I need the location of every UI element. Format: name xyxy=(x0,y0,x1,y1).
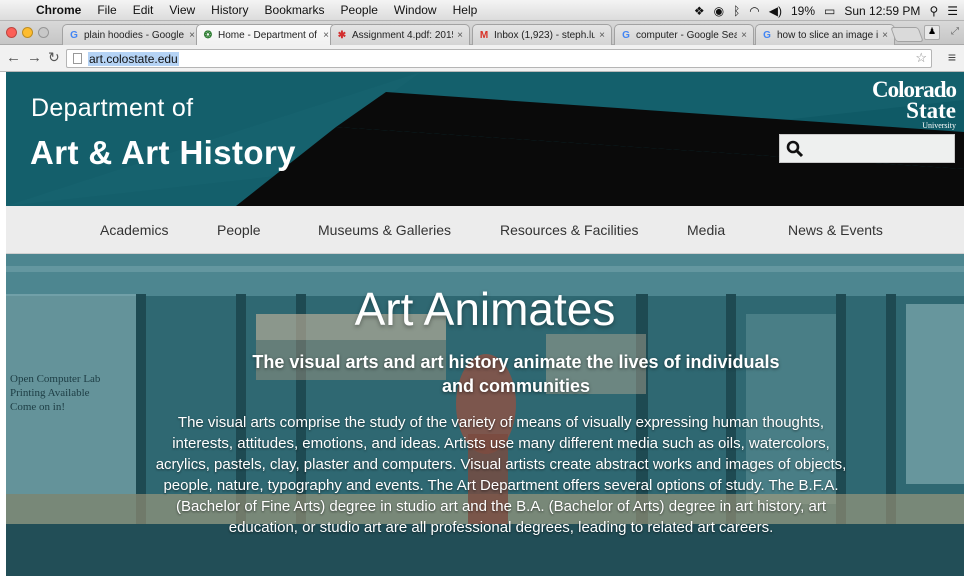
tab-close-icon[interactable]: × xyxy=(599,30,605,41)
tab-favicon-icon: ❂ xyxy=(203,29,213,41)
page-icon xyxy=(73,53,82,64)
browser-tab[interactable]: Ghow to slice an image in × xyxy=(755,24,895,45)
window-controls xyxy=(6,27,49,38)
logo-line2: State xyxy=(906,98,956,123)
battery-percent[interactable]: 19% xyxy=(791,4,815,18)
back-arrow-icon[interactable]: ← xyxy=(6,49,21,66)
tab-title: Home - Department of A xyxy=(218,29,320,41)
hero-banner: Open Computer Lab Printing Available Com… xyxy=(6,254,964,576)
browser-tab[interactable]: Gplain hoodies - Google S × xyxy=(62,24,202,45)
timemachine-icon[interactable]: ◉ xyxy=(714,4,724,18)
hero-body-text: The visual arts comprise the study of th… xyxy=(155,414,847,536)
menu-edit[interactable]: Edit xyxy=(125,3,162,17)
browser-tab[interactable]: ❂ Home - Department of A × xyxy=(196,24,336,45)
dept-name-line2[interactable]: Art & Art History xyxy=(30,134,296,172)
main-nav: Academics People Museums & Galleries Res… xyxy=(6,206,964,254)
search-input[interactable] xyxy=(810,141,950,156)
tab-strip: Gplain hoodies - Google S × ❂ Home - Depart… xyxy=(0,21,964,45)
wifi-icon[interactable]: ◠ xyxy=(749,4,759,18)
tab-close-icon[interactable]: × xyxy=(741,30,747,41)
battery-icon[interactable]: ▭ xyxy=(824,4,835,18)
menu-history[interactable]: History xyxy=(203,3,256,17)
close-window-button[interactable] xyxy=(6,27,17,38)
tab-title: plain hoodies - Google S xyxy=(84,29,186,41)
tab-close-icon[interactable]: × xyxy=(882,30,888,41)
spotlight-icon[interactable]: ⚲ xyxy=(929,4,938,18)
address-bar[interactable]: art.colostate.edu ☆ xyxy=(66,49,932,68)
profile-icon[interactable]: ♟ xyxy=(924,25,940,40)
nav-museums-galleries[interactable]: Museums & Galleries xyxy=(318,222,451,238)
volume-icon[interactable]: ◀) xyxy=(769,4,782,18)
sign-line2: Printing Available xyxy=(10,387,90,399)
menu-bookmarks[interactable]: Bookmarks xyxy=(257,3,333,17)
nav-people[interactable]: People xyxy=(217,222,261,238)
hero-subtitle: The visual arts and art history animate … xyxy=(252,352,780,396)
notification-center-icon[interactable]: ☰ xyxy=(947,4,958,18)
bookmark-star-icon[interactable]: ☆ xyxy=(915,50,927,66)
tab-favicon-icon: ✱ xyxy=(337,29,347,41)
sign-line1: Open Computer Lab xyxy=(10,373,101,385)
tab-title: Assignment 4.pdf: 2015 xyxy=(352,29,454,41)
clock[interactable]: Sun 12:59 PM xyxy=(844,4,920,18)
tab-favicon-icon: G xyxy=(763,29,771,41)
tab-title: computer - Google Sear xyxy=(636,29,738,41)
chrome-menu-icon[interactable]: ≡ xyxy=(948,49,956,65)
tab-title: how to slice an image in xyxy=(777,29,879,41)
search-icon[interactable] xyxy=(786,140,804,158)
forward-arrow-icon[interactable]: → xyxy=(27,49,42,66)
tab-close-icon[interactable]: × xyxy=(457,30,463,41)
computer-lab-sign: Open Computer Lab Printing Available Com… xyxy=(10,372,100,414)
nav-news-events[interactable]: News & Events xyxy=(788,222,883,238)
nav-academics[interactable]: Academics xyxy=(100,222,168,238)
menu-window[interactable]: Window xyxy=(386,3,445,17)
nav-media[interactable]: Media xyxy=(687,222,725,238)
csu-logo[interactable]: Colorado State University xyxy=(872,78,957,130)
tab-favicon-icon: M xyxy=(479,29,489,41)
browser-tab[interactable]: M Inbox (1,923) - steph.lu × xyxy=(472,24,612,45)
menu-view[interactable]: View xyxy=(161,3,203,17)
menu-file[interactable]: File xyxy=(89,3,124,17)
tab-favicon-icon: G xyxy=(622,29,630,41)
dropbox-icon[interactable]: ❖ xyxy=(694,4,705,18)
menu-app-name[interactable]: Chrome xyxy=(28,3,89,17)
menu-help[interactable]: Help xyxy=(445,3,486,17)
hero-title: Art Animates xyxy=(354,283,616,335)
browser-tab[interactable]: ✱ Assignment 4.pdf: 2015 × xyxy=(330,24,470,45)
browser-tab[interactable]: Gcomputer - Google Sear × xyxy=(614,24,754,45)
sign-line3: Come on in! xyxy=(10,401,65,413)
mac-menu-bar: Chrome File Edit View History Bookmarks … xyxy=(0,0,964,21)
site-search xyxy=(779,134,955,163)
dept-name-line1: Department of xyxy=(31,94,194,122)
browser-toolbar: ← → ↻ art.colostate.edu ☆ ≡ xyxy=(0,45,964,72)
zoom-window-button[interactable] xyxy=(38,27,49,38)
minimize-window-button[interactable] xyxy=(22,27,33,38)
nav-resources-facilities[interactable]: Resources & Facilities xyxy=(500,222,639,238)
site-header: Department of Art & Art History Colorado… xyxy=(6,72,964,206)
reload-icon[interactable]: ↻ xyxy=(48,49,60,66)
tab-close-icon[interactable]: × xyxy=(323,30,329,41)
tab-title: Inbox (1,923) - steph.lu xyxy=(494,29,596,41)
new-tab-button[interactable] xyxy=(890,27,924,42)
tab-favicon-icon: G xyxy=(70,29,78,41)
url-text[interactable]: art.colostate.edu xyxy=(88,51,179,66)
fullscreen-icon[interactable]: ⤢ xyxy=(951,26,959,37)
logo-line3: University xyxy=(922,121,956,130)
bluetooth-icon[interactable]: ᛒ xyxy=(733,4,740,18)
tab-close-icon[interactable]: × xyxy=(189,30,195,41)
menu-people[interactable]: People xyxy=(333,3,386,17)
